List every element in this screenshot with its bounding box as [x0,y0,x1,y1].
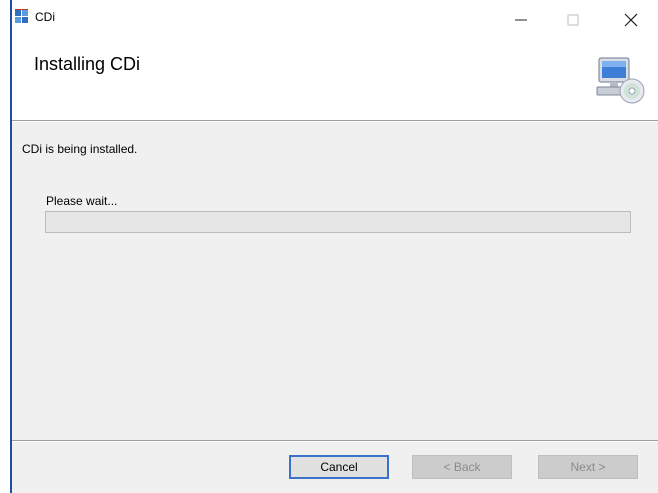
computer-cd-icon [596,57,645,104]
back-button[interactable]: < Back [412,455,512,479]
background-window-edge [0,0,12,493]
close-icon [624,13,638,27]
installer-app-icon [15,9,28,23]
title-bar[interactable]: CDi [12,0,658,40]
window-title: CDi [35,10,55,24]
maximize-button[interactable] [550,0,596,40]
next-button[interactable]: Next > [538,455,638,479]
install-progress-bar [45,211,631,233]
please-wait-label: Please wait... [46,194,118,208]
minimize-button[interactable] [498,0,544,40]
minimize-icon [515,19,527,21]
cancel-button[interactable]: Cancel [289,455,389,479]
header-divider-highlight [12,121,658,122]
footer-divider-highlight [12,441,658,442]
install-status-text: CDi is being installed. [22,142,138,156]
close-button[interactable] [608,0,654,40]
installer-window: CDi Installing CDi CDi is being installe… [12,0,658,493]
maximize-icon [567,14,579,26]
page-title: Installing CDi [34,54,141,74]
header-banner: Installing CDi [12,40,658,120]
